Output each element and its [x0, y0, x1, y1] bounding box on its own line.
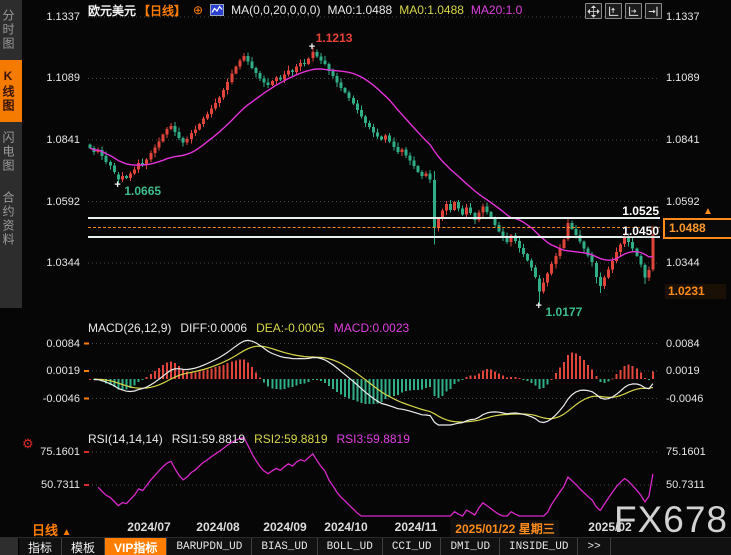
lower-ref-badge: 1.0231	[665, 284, 726, 299]
price-up-arrow-icon: ▲	[703, 207, 713, 217]
tab-3[interactable]: BARUPDN_UD	[167, 538, 252, 555]
macd-legend: MACD(26,12,9) DIFF:0.0006 DEA:-0.0005 MA…	[88, 321, 409, 335]
ma0-value: MA0:1.0488	[327, 3, 392, 17]
ma0-value-yellow: MA0:1.0488	[399, 3, 464, 17]
sidebar-item-2[interactable]: 闪电图	[0, 122, 22, 182]
symbol-name: 欧元美元	[88, 2, 136, 19]
macd-bar-value: MACD:0.0023	[334, 321, 409, 335]
period-selector-label: 日线	[32, 523, 58, 538]
sidebar: 分时图K线图闪电图合约资料	[0, 0, 22, 308]
y-axis-label: 75.1601	[26, 446, 80, 458]
y-axis-label: 0.0084	[666, 338, 726, 350]
add-indicator-icon[interactable]: ⊕	[193, 3, 203, 17]
support-line[interactable]	[88, 236, 660, 238]
rsi2-value: RSI2:59.8819	[254, 432, 327, 446]
y-axis-label: 0.0019	[26, 365, 80, 377]
x-axis-date-tick: 2024/08	[196, 520, 239, 534]
x-axis-date-highlight: 2025/01/22 星期三	[450, 520, 559, 537]
y-axis-label: 0.0084	[26, 338, 80, 350]
swing-low-marker: +	[536, 301, 542, 311]
support-line-label: 1.0450	[622, 224, 659, 238]
chart-canvas[interactable]	[0, 0, 731, 555]
x-axis-date-tick: 2024/11	[395, 520, 438, 534]
rsi1-value: RSI1:59.8819	[172, 432, 245, 446]
rsi-name: RSI(14,14,14)	[88, 432, 163, 446]
goto-latest-icon[interactable]	[645, 3, 662, 19]
annotation-low: 1.0665	[124, 184, 161, 198]
y-axis-label: 1.0592	[666, 196, 726, 208]
y-axis-label: 1.0344	[26, 257, 80, 269]
tab-5[interactable]: BOLL_UD	[318, 538, 383, 555]
fit-horizontal-icon[interactable]	[625, 3, 642, 19]
annotation-high: 1.1213	[316, 31, 353, 45]
chart-header: 欧元美元【日线】 ⊕ MA(0,0,20,0,0,0) MA0:1.0488 M…	[88, 2, 522, 18]
x-axis-date-tick: 2024/10	[324, 520, 367, 534]
indicator-tabbar: 指标模板VIP指标BARUPDN_UDBIAS_UDBOLL_UDCCI_UDD…	[0, 537, 731, 555]
rsi-legend: RSI(14,14,14) RSI1:59.8819 RSI2:59.8819 …	[88, 432, 410, 446]
ma-settings-label: MA(0,0,20,0,0,0)	[231, 3, 320, 17]
y-axis-label: 75.1601	[666, 446, 726, 458]
tabbar-corner	[0, 538, 19, 555]
tabbar-more-button[interactable]: >>	[578, 538, 610, 555]
swing-high-marker: +	[309, 42, 315, 52]
x-axis-date-tick: 2024/07	[127, 520, 170, 534]
pan-icon[interactable]	[585, 3, 602, 19]
ma20-value: MA20:1.0	[471, 3, 522, 17]
tab-6[interactable]: CCI_UD	[383, 538, 442, 555]
sidebar-item-3[interactable]: 合约资料	[0, 182, 22, 256]
tab-4[interactable]: BIAS_UD	[252, 538, 317, 555]
y-axis-label: 1.1089	[26, 72, 80, 84]
y-axis-label: 1.1337	[666, 11, 726, 23]
y-axis-label: -0.0046	[26, 393, 80, 405]
y-axis-label: 50.7311	[666, 479, 726, 491]
rsi3-value: RSI3:59.8819	[337, 432, 410, 446]
y-axis-label: 1.0841	[666, 134, 726, 146]
x-axis-date-tick: 2024/09	[263, 520, 306, 534]
chart-toolbar	[585, 3, 662, 19]
period-tag: 【日线】	[138, 2, 186, 19]
fit-vertical-icon[interactable]	[605, 3, 622, 19]
tab-2[interactable]: VIP指标	[105, 538, 167, 555]
tab-8[interactable]: INSIDE_UD	[500, 538, 578, 555]
macd-name: MACD(26,12,9)	[88, 321, 171, 335]
tab-0[interactable]: 指标	[19, 538, 62, 555]
macd-diff-value: DIFF:0.0006	[180, 321, 247, 335]
y-axis-label: 1.0841	[26, 134, 80, 146]
y-axis-label: 1.1337	[26, 11, 80, 23]
line-chart-icon	[210, 4, 224, 16]
y-axis-label: -0.0046	[666, 393, 726, 405]
macd-dea-value: DEA:-0.0005	[256, 321, 325, 335]
y-axis-label: 50.7311	[26, 479, 80, 491]
y-axis-label: 0.0019	[666, 365, 726, 377]
resistance-line-label: 1.0525	[622, 204, 659, 218]
y-axis-label: 1.0592	[26, 196, 80, 208]
tab-1[interactable]: 模板	[62, 538, 105, 555]
y-axis-label: 1.1089	[666, 72, 726, 84]
swing-low-marker: +	[114, 180, 120, 190]
sidebar-item-1[interactable]: K线图	[0, 60, 22, 122]
y-axis-label: 1.0344	[666, 257, 726, 269]
current-price-badge: 1.0488	[663, 218, 731, 239]
annotation-low: 1.0177	[546, 305, 583, 319]
sidebar-item-0[interactable]: 分时图	[0, 0, 22, 60]
tab-7[interactable]: DMI_UD	[441, 538, 500, 555]
resistance-line[interactable]	[88, 217, 660, 219]
current-price-line	[88, 227, 660, 228]
app-window: 分时图K线图闪电图合约资料 欧元美元【日线】 ⊕ MA(0,0,20,0,0,0…	[0, 0, 731, 555]
indicator-settings-gear-icon[interactable]: ⚙	[22, 436, 34, 452]
watermark: FX678	[614, 499, 728, 541]
